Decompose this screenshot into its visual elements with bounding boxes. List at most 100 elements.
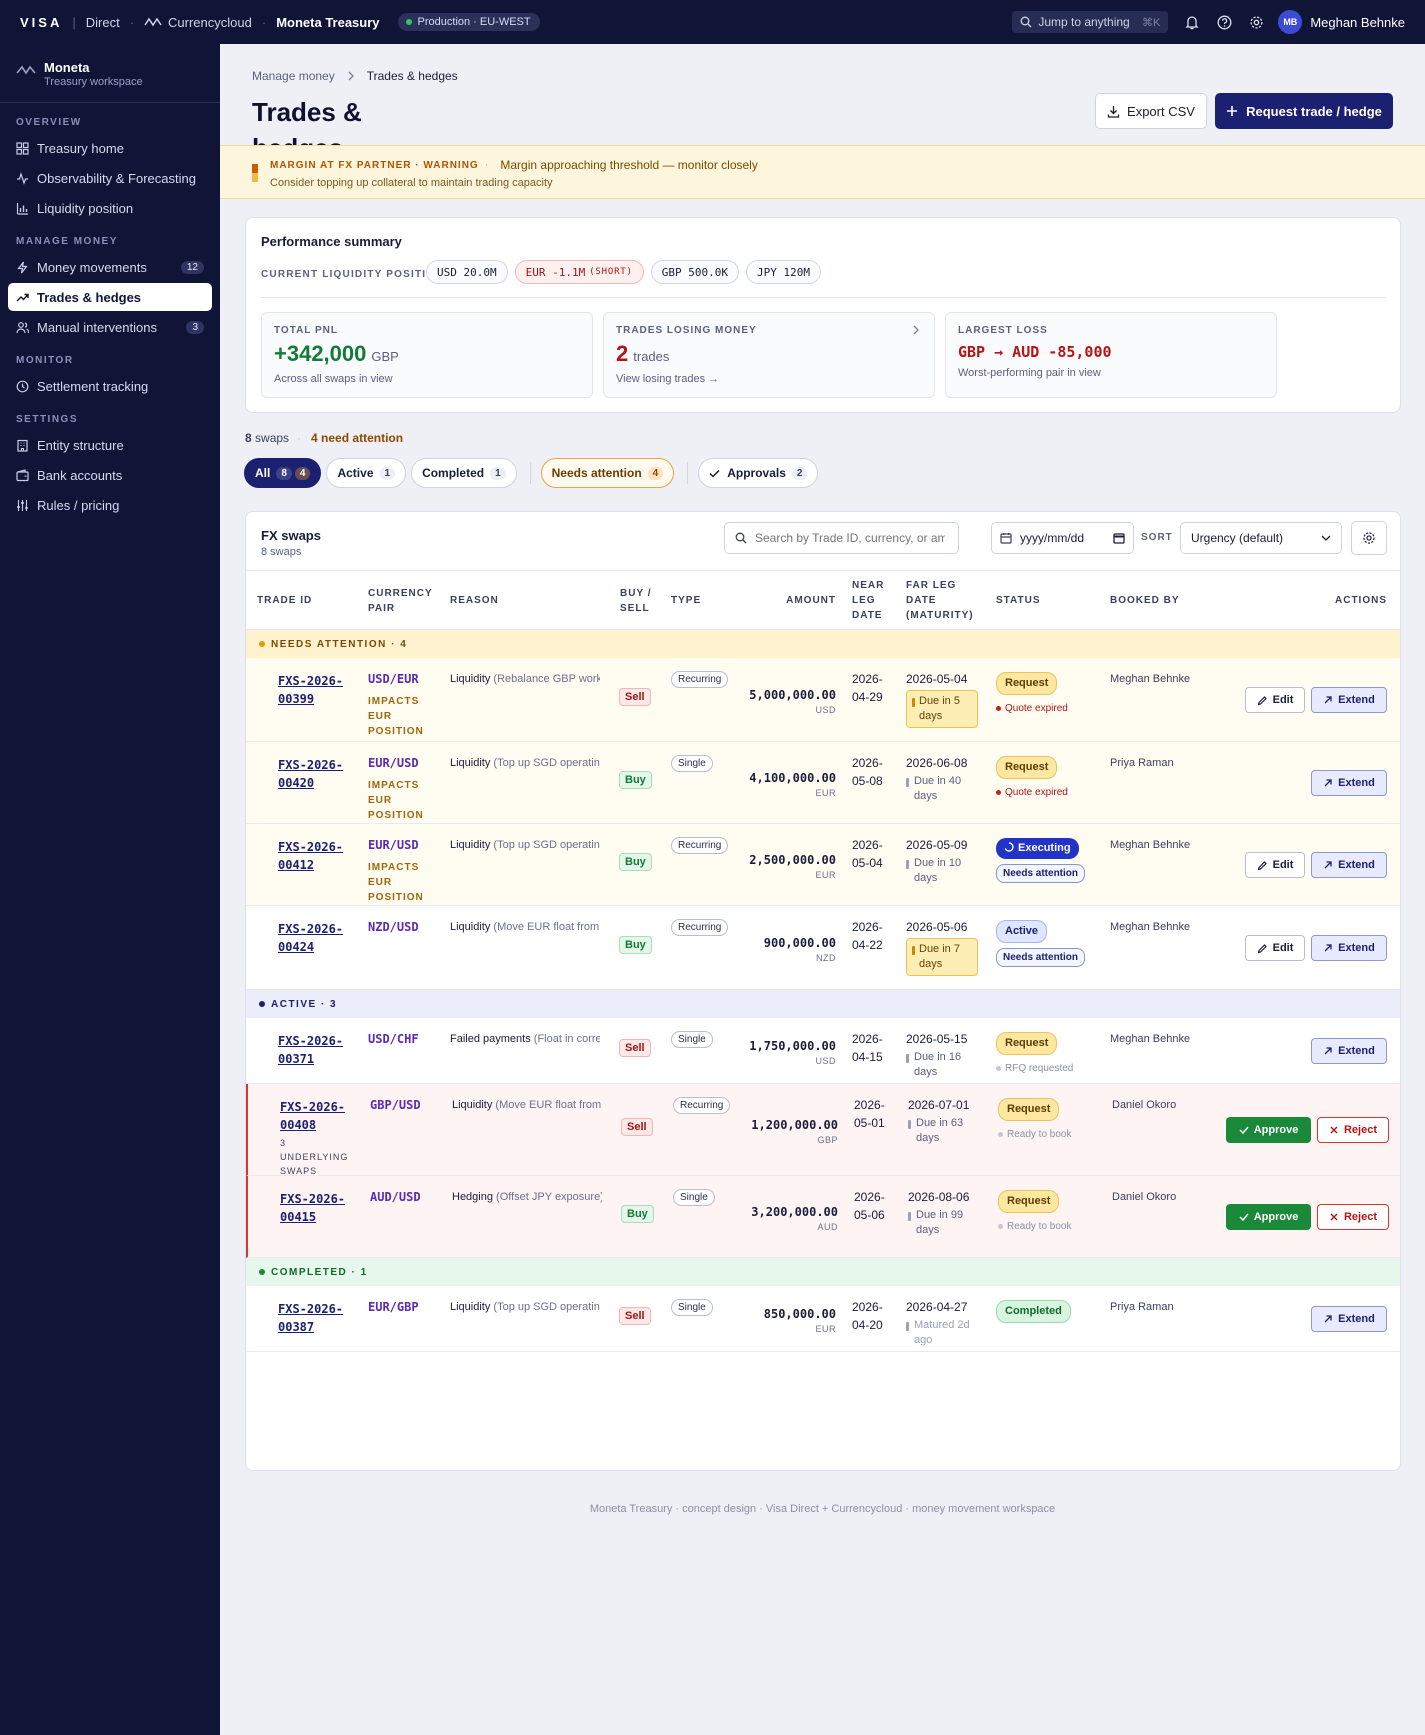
filter-tab-approvals[interactable]: Approvals 2 xyxy=(698,458,819,488)
trade-id-link[interactable]: FXS-2026-00408 xyxy=(280,1098,350,1134)
group-dot xyxy=(259,1269,265,1275)
wallet-icon xyxy=(16,468,29,481)
extend-button[interactable]: Extend xyxy=(1311,935,1387,961)
filter-tab-all[interactable]: All 8 4 xyxy=(244,458,322,488)
reject-button[interactable]: Reject xyxy=(1317,1204,1389,1230)
table-row[interactable]: FXS-2026-00371 USD/CHF Failed payments (Fl… xyxy=(246,1018,1400,1084)
status-badge: Completed xyxy=(996,1300,1071,1323)
table-row[interactable]: FXS-2026-00412 EUR/USD IMPACTS EUR POSITIO… xyxy=(246,824,1400,906)
extend-button[interactable]: Extend xyxy=(1311,687,1387,713)
edit-button[interactable]: Edit xyxy=(1245,687,1305,713)
export-csv-button[interactable]: Export CSV xyxy=(1095,93,1207,129)
amount-value: 1,750,000.00 xyxy=(749,1039,836,1053)
trade-id-link[interactable]: FXS-2026-00371 xyxy=(278,1032,348,1068)
table-row[interactable]: FXS-2026-00415 AUD/USD Hedging (Offset JPY… xyxy=(246,1176,1400,1258)
grid-icon xyxy=(16,141,29,155)
bell-icon[interactable] xyxy=(1184,14,1200,30)
group-header-active: ACTIVE · 3 xyxy=(246,990,1400,1018)
search-input[interactable] xyxy=(755,531,945,545)
side-badge: Buy xyxy=(619,771,652,789)
booked-by: Meghan Behnke xyxy=(1110,921,1191,933)
date-filter[interactable]: yyyy/mm/dd xyxy=(991,522,1134,554)
edit-button[interactable]: Edit xyxy=(1245,935,1305,961)
extend-button[interactable]: Extend xyxy=(1311,1306,1387,1332)
main-content: Manage money Trades & hedges Trades & he… xyxy=(220,44,1425,1735)
product-name: Moneta Treasury xyxy=(276,14,380,30)
sidebar-item-trades-hedges[interactable]: Trades & hedges xyxy=(8,283,212,311)
status-label: Request xyxy=(1007,1195,1051,1207)
workspace-switcher[interactable]: Moneta Treasury workspace xyxy=(0,44,220,103)
sidebar-item-settlement[interactable]: Settlement tracking xyxy=(8,372,212,400)
col-near-leg[interactable]: NEAR LEG DATE xyxy=(852,578,892,623)
approve-button[interactable]: Approve xyxy=(1226,1117,1311,1143)
filter-label: All xyxy=(255,466,271,480)
extend-button[interactable]: Extend xyxy=(1311,1038,1387,1064)
sidebar-item-liquidity[interactable]: Liquidity position xyxy=(8,194,212,222)
booked-by: Meghan Behnke xyxy=(1110,1033,1191,1045)
trade-id-link[interactable]: FXS-2026-00415 xyxy=(280,1190,350,1226)
table-row[interactable]: FXS-2026-00424 NZD/USD Liquidity (Move EUR… xyxy=(246,906,1400,990)
kpi-value: +342,000 xyxy=(274,341,367,366)
extend-button[interactable]: Extend xyxy=(1311,770,1387,796)
pencil-icon xyxy=(1257,860,1267,870)
sidebar-item-bank-accounts[interactable]: Bank accounts xyxy=(8,461,212,489)
direct-label: Direct xyxy=(85,14,120,30)
action-label: Extend xyxy=(1338,1313,1375,1325)
col-amount[interactable]: AMOUNT xyxy=(722,593,836,608)
col-far-leg[interactable]: FAR LEG DATE (MATURITY) xyxy=(906,578,982,623)
col-buy-sell[interactable]: BUY / SELL xyxy=(620,586,660,616)
margin-warning-banner: MARGIN AT FX PARTNER · WARNING · Margin ap… xyxy=(220,145,1425,199)
sidebar-item-label: Manual interventions xyxy=(37,319,157,335)
due-indicator: Due in 5 days xyxy=(906,690,978,728)
sort-select[interactable]: Urgency (default) xyxy=(1180,522,1342,554)
sidebar-item-observability[interactable]: Observability & Forecasting xyxy=(8,164,212,192)
trade-id-link[interactable]: FXS-2026-00387 xyxy=(278,1300,348,1336)
sidebar-item-money-movements[interactable]: Money movements 12 xyxy=(8,253,212,281)
col-booked-by[interactable]: BOOKED BY xyxy=(1110,593,1180,608)
sidebar-item-entity[interactable]: Entity structure xyxy=(8,431,212,459)
table-row[interactable]: FXS-2026-00420 EUR/USD IMPACTS EUR POSITIO… xyxy=(246,742,1400,824)
filter-tab-completed[interactable]: Completed 1 xyxy=(411,458,517,488)
kpi-note: Worst-performing pair in view xyxy=(958,367,1101,379)
due-indicator: Due in 99 days xyxy=(908,1208,984,1238)
reason-label: Liquidity xyxy=(450,921,491,933)
filter-tab-active[interactable]: Active 1 xyxy=(326,458,407,488)
search-icon xyxy=(735,532,747,544)
breadcrumb-parent[interactable]: Manage money xyxy=(252,69,335,83)
approve-button[interactable]: Approve xyxy=(1226,1204,1311,1230)
sidebar-item-rules[interactable]: Rules / pricing xyxy=(8,491,212,519)
col-type[interactable]: TYPE xyxy=(671,593,701,608)
col-status[interactable]: STATUS xyxy=(996,593,1041,608)
jump-search[interactable]: Jump to anything ⌘K xyxy=(1012,11,1169,33)
view-losing-link[interactable]: View losing trades → xyxy=(616,373,719,385)
avatar[interactable]: MB xyxy=(1278,10,1303,34)
table-row[interactable]: FXS-2026-00399 USD/EUR IMPACTS EUR POSITIO… xyxy=(246,658,1400,742)
edit-button[interactable]: Edit xyxy=(1245,852,1305,878)
col-trade-id[interactable]: TRADE ID xyxy=(257,593,312,608)
trade-id-cell: FXS-2026-00399 xyxy=(278,672,348,708)
table-search[interactable] xyxy=(724,522,959,554)
reject-button[interactable]: Reject xyxy=(1317,1117,1389,1143)
sidebar-item-label: Settlement tracking xyxy=(37,378,149,394)
filter-tab-needs-attention[interactable]: Needs attention 4 xyxy=(540,458,675,488)
col-reason[interactable]: REASON xyxy=(450,593,499,608)
help-icon[interactable] xyxy=(1216,14,1232,30)
table-row[interactable]: FXS-2026-00387 EUR/GBP Liquidity (Top up S… xyxy=(246,1286,1400,1352)
user-name[interactable]: Meghan Behnke xyxy=(1310,15,1405,30)
calendar-picker-icon[interactable] xyxy=(1113,532,1125,544)
settings-gear-icon[interactable] xyxy=(1248,14,1264,30)
kpi-trades-losing[interactable]: TRADES LOSING MONEY 2 trades View losing … xyxy=(603,312,935,398)
extend-button[interactable]: Extend xyxy=(1311,852,1387,878)
sidebar-item-manual-interventions[interactable]: Manual interventions 3 xyxy=(8,313,212,341)
amount-currency: GBP xyxy=(817,1135,838,1145)
trade-id-link[interactable]: FXS-2026-00412 xyxy=(278,838,348,874)
table-settings-button[interactable] xyxy=(1351,521,1387,555)
trade-id-link[interactable]: FXS-2026-00399 xyxy=(278,672,348,708)
environment-badge[interactable]: Production · EU-WEST xyxy=(397,13,540,31)
trade-id-link[interactable]: FXS-2026-00420 xyxy=(278,756,348,792)
sidebar-item-treasury-home[interactable]: Treasury home xyxy=(8,134,212,162)
table-row[interactable]: FXS-2026-00408 3 UNDERLYING SWAPS GBP/USD L… xyxy=(246,1084,1400,1176)
trade-id-link[interactable]: FXS-2026-00424 xyxy=(278,920,348,956)
col-currency-pair[interactable]: CURRENCY PAIR xyxy=(368,586,438,616)
request-trade-button[interactable]: Request trade / hedge xyxy=(1215,93,1393,129)
